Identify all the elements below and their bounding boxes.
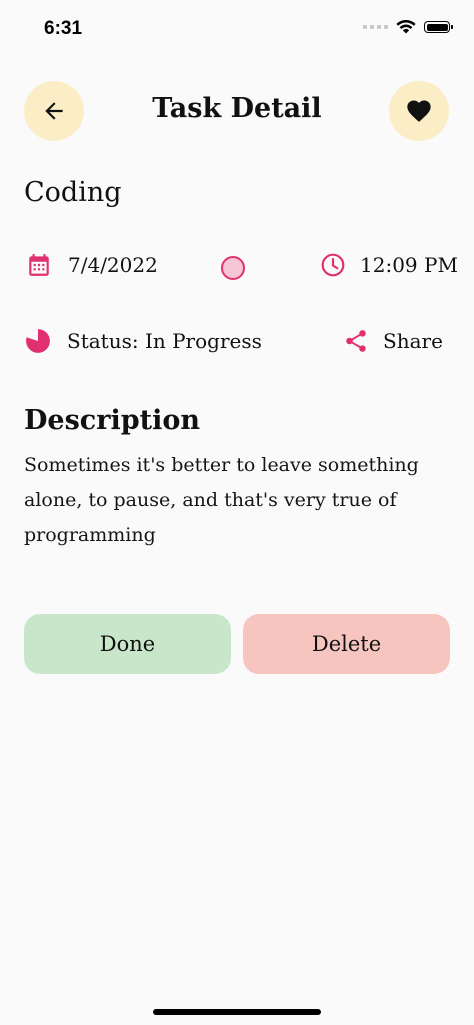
description-heading: Description: [24, 405, 200, 436]
delete-button[interactable]: Delete: [243, 614, 450, 674]
battery-icon: [424, 21, 453, 33]
wifi-icon: [396, 20, 416, 34]
heart-icon: [407, 100, 431, 122]
status-indicators: [363, 20, 453, 34]
status-display: Status: In Progress: [25, 328, 262, 354]
date-text: 7/4/2022: [68, 253, 158, 277]
calendar-icon: [29, 254, 49, 276]
home-indicator[interactable]: [153, 1009, 321, 1015]
status-time: 6:31: [44, 18, 83, 39]
share-button[interactable]: Share: [343, 328, 443, 354]
status-bar: 6:31: [0, 0, 474, 60]
share-label: Share: [383, 329, 443, 353]
pie-progress-icon: [26, 329, 50, 353]
description-text: Sometimes it's better to leave something…: [24, 454, 419, 546]
share-icon: [346, 330, 366, 352]
task-name: Coding: [24, 177, 122, 208]
date-display[interactable]: 7/4/2022: [26, 252, 158, 278]
task-color-indicator[interactable]: [221, 256, 245, 280]
time-text: 12:09 PM: [360, 253, 458, 277]
favorite-button[interactable]: [389, 81, 449, 141]
time-display[interactable]: 12:09 PM: [320, 252, 458, 278]
signal-icon: [363, 25, 388, 29]
done-button[interactable]: Done: [24, 614, 231, 674]
clock-icon: [321, 253, 345, 277]
status-text: Status: In Progress: [67, 329, 262, 353]
